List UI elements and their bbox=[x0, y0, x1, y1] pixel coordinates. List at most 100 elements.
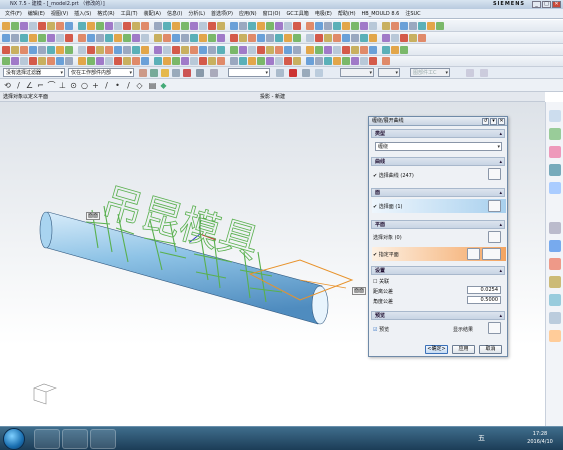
toolbar-icon[interactable] bbox=[333, 57, 341, 65]
section-settings[interactable]: 设置 ▴ bbox=[371, 266, 505, 275]
toolbar-icon[interactable] bbox=[208, 33, 216, 42]
toolbar-icon[interactable] bbox=[2, 45, 10, 54]
toolbar-icon[interactable] bbox=[65, 45, 73, 54]
toolbar-icon[interactable] bbox=[315, 33, 323, 42]
dialog-close-icon[interactable]: ✕ bbox=[498, 118, 505, 125]
select-tool-icon[interactable] bbox=[183, 69, 191, 77]
toolbar-icon[interactable] bbox=[369, 21, 377, 30]
palettes-icon[interactable] bbox=[549, 258, 561, 270]
toolbar-icon[interactable] bbox=[78, 45, 86, 54]
start-button[interactable] bbox=[3, 428, 25, 450]
toolbar-icon[interactable] bbox=[141, 45, 149, 54]
toolbar-icon[interactable] bbox=[418, 33, 426, 42]
taskbar-app-icon[interactable] bbox=[62, 429, 88, 449]
toolbar-icon[interactable] bbox=[190, 57, 198, 65]
toolbar-icon[interactable] bbox=[382, 33, 390, 42]
menu-info[interactable]: 信息(I) bbox=[164, 10, 185, 17]
toolbar-icon[interactable] bbox=[342, 57, 350, 65]
face-selection-icon[interactable] bbox=[488, 200, 501, 212]
toolbar-icon[interactable] bbox=[266, 21, 274, 30]
snap-tangent-icon[interactable]: / bbox=[102, 81, 111, 90]
section-type[interactable]: 类型 ▴ bbox=[371, 129, 505, 138]
ime-indicator[interactable]: 五 bbox=[478, 433, 485, 443]
filter-icon[interactable] bbox=[480, 69, 488, 77]
section-curve[interactable]: 曲线 ▴ bbox=[371, 157, 505, 166]
toolbar-icon[interactable] bbox=[78, 57, 86, 65]
toolbar-icon[interactable] bbox=[391, 45, 399, 54]
toolbar-icon[interactable] bbox=[114, 33, 122, 42]
taskbar-app-icon[interactable] bbox=[34, 429, 60, 449]
toolbar-icon[interactable] bbox=[123, 33, 131, 42]
toolbar-icon[interactable] bbox=[199, 21, 207, 30]
snap-mid-icon[interactable]: ∠ bbox=[25, 81, 34, 90]
reuse-library-icon[interactable] bbox=[549, 182, 561, 194]
toolbar-icon[interactable] bbox=[199, 33, 207, 42]
apply-button[interactable]: 应用 bbox=[452, 345, 475, 354]
toolbar-icon[interactable] bbox=[87, 45, 95, 54]
toolbar-icon[interactable] bbox=[427, 21, 435, 30]
select-tool-icon[interactable] bbox=[210, 69, 218, 77]
toolbar-icon[interactable] bbox=[154, 21, 162, 30]
toolbar-icon[interactable] bbox=[230, 45, 238, 54]
toolbar-icon[interactable] bbox=[190, 33, 198, 42]
toolbar-icon[interactable] bbox=[257, 21, 265, 30]
toolbar-icon[interactable] bbox=[230, 33, 238, 42]
toolbar-icon[interactable] bbox=[123, 57, 131, 65]
toolbar-icon[interactable] bbox=[2, 57, 10, 65]
type-filter-select[interactable]: 没有选择过滤器 bbox=[3, 68, 65, 77]
toolbar-icon[interactable] bbox=[293, 57, 301, 65]
select-tool-icon[interactable] bbox=[172, 69, 180, 77]
toolbar-icon[interactable] bbox=[38, 57, 46, 65]
toolbar-icon[interactable] bbox=[257, 33, 265, 42]
toolbar-icon[interactable] bbox=[163, 57, 171, 65]
toolbar-icon[interactable] bbox=[132, 57, 140, 65]
toolbar-icon[interactable] bbox=[123, 21, 131, 30]
toolbar-icon[interactable] bbox=[333, 45, 341, 54]
snap-face-icon[interactable]: ◆ bbox=[159, 81, 168, 90]
toolbar-icon[interactable] bbox=[248, 21, 256, 30]
toolbar-icon[interactable] bbox=[293, 33, 301, 42]
toolbar-icon[interactable] bbox=[20, 45, 28, 54]
toolbar-icon[interactable] bbox=[141, 57, 149, 65]
toolbar-icon[interactable] bbox=[56, 21, 64, 30]
snap-end-icon[interactable]: / bbox=[14, 81, 23, 90]
toolbar-icon[interactable] bbox=[56, 57, 64, 65]
toolbar-icon[interactable] bbox=[230, 21, 238, 30]
toolbar-icon[interactable] bbox=[208, 45, 216, 54]
section-face[interactable]: 面 ▴ bbox=[371, 188, 505, 197]
dialog-collapse-icon[interactable]: ▾ bbox=[490, 118, 497, 125]
toolbar-icon[interactable] bbox=[382, 21, 390, 30]
toolbar-icon[interactable] bbox=[248, 45, 256, 54]
toolbar-icon[interactable] bbox=[391, 33, 399, 42]
toolbar-icon[interactable] bbox=[284, 45, 292, 54]
toolbar-icon[interactable] bbox=[105, 21, 113, 30]
toolbar-icon[interactable] bbox=[351, 33, 359, 42]
toolbar-icon[interactable] bbox=[38, 21, 46, 30]
menu-gc-toolkit[interactable]: GC工具箱 bbox=[283, 10, 311, 17]
material-icon[interactable] bbox=[549, 312, 561, 324]
toolbar-icon[interactable] bbox=[114, 57, 122, 65]
toolbar-icon[interactable] bbox=[2, 21, 10, 30]
toolbar-icon[interactable] bbox=[87, 33, 95, 42]
toolbar-icon[interactable] bbox=[38, 45, 46, 54]
toolbar-icon[interactable] bbox=[163, 33, 171, 42]
toolbar-icon[interactable] bbox=[360, 21, 368, 30]
toolbar-icon[interactable] bbox=[409, 21, 417, 30]
toolbar-icon[interactable] bbox=[38, 33, 46, 42]
process-studio-icon[interactable] bbox=[549, 330, 561, 342]
toolbar-icon[interactable] bbox=[29, 57, 37, 65]
plane-object-icon[interactable] bbox=[488, 231, 501, 243]
toolbar-icon[interactable] bbox=[2, 33, 10, 42]
select-tool-icon[interactable] bbox=[150, 69, 158, 77]
toolbar-icon[interactable] bbox=[96, 57, 104, 65]
menu-assembly[interactable]: 装配(A) bbox=[141, 10, 164, 17]
cancel-button[interactable]: 取消 bbox=[479, 345, 502, 354]
select-curve-row[interactable]: ✔ 选择曲线 (247) bbox=[373, 172, 503, 179]
toolbar-icon[interactable] bbox=[163, 45, 171, 54]
toolbar-icon[interactable] bbox=[382, 57, 390, 65]
toolbar-icon[interactable] bbox=[360, 57, 368, 65]
toolbar-icon[interactable] bbox=[239, 45, 247, 54]
toolbar-icon[interactable] bbox=[154, 33, 162, 42]
toolbar-icon[interactable] bbox=[199, 57, 207, 65]
toolbar-icon[interactable] bbox=[436, 21, 444, 30]
